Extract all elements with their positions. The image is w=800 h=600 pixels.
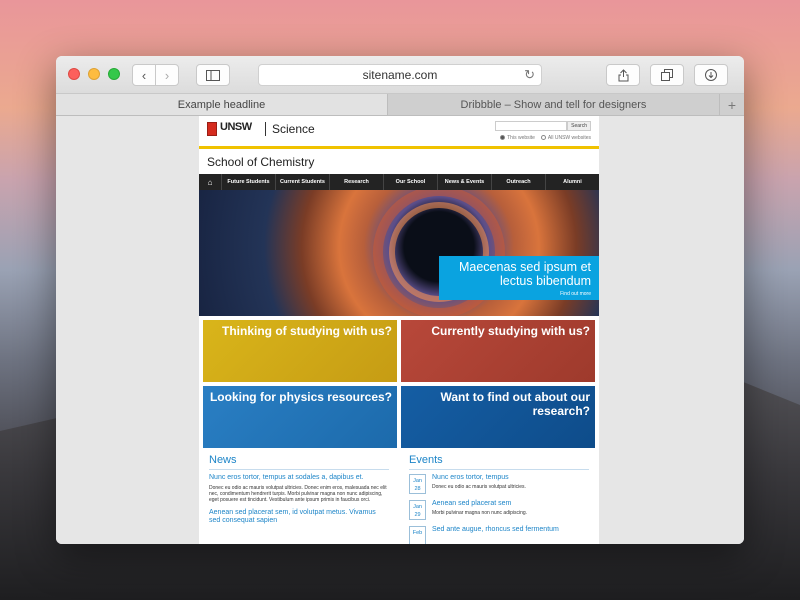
news-heading: News bbox=[209, 454, 389, 470]
event-description: Morbi pulvinar magna non nunc adipiscing… bbox=[432, 510, 528, 516]
news-item: Nunc eros tortor, tempus at sodales a, d… bbox=[209, 474, 389, 503]
event-month: Jan bbox=[413, 478, 422, 484]
tab-label: Dribbble – Show and tell for designers bbox=[460, 98, 647, 111]
unsw-crest-icon bbox=[207, 122, 217, 136]
tile-label: Looking for physics resources? bbox=[209, 390, 392, 404]
event-title-link[interactable]: Sed ante augue, rhoncus sed fermentum bbox=[432, 526, 559, 534]
radio-this-website[interactable]: This website bbox=[500, 135, 535, 141]
event-title-link[interactable]: Aenean sed placerat sem bbox=[432, 500, 527, 508]
news-title-link[interactable]: Nunc eros tortor, tempus at sodales a, d… bbox=[209, 474, 389, 482]
tile-label: Currently studying with us? bbox=[431, 324, 590, 338]
tabs-overview-button[interactable] bbox=[650, 64, 684, 86]
hero-link[interactable]: Find out more bbox=[447, 291, 591, 297]
nav-our-school[interactable]: Our School bbox=[383, 174, 437, 190]
event-month: Feb bbox=[412, 530, 423, 536]
address-bar[interactable]: sitename.com ↻ bbox=[258, 64, 542, 86]
main-nav: ⌂ Future Students Current Students Resea… bbox=[199, 174, 599, 190]
event-month: Jan bbox=[413, 504, 422, 510]
hero-title: Maecenas sed ipsum et lectus bibendum bbox=[458, 260, 591, 288]
news-title-link[interactable]: Aenean sed placerat sem, id volutpat met… bbox=[209, 509, 389, 525]
tile-currently-studying[interactable]: Currently studying with us? bbox=[401, 320, 595, 382]
new-tab-button[interactable]: + bbox=[720, 94, 744, 115]
hero-callout[interactable]: Maecenas sed ipsum et lectus bibendum Fi… bbox=[439, 256, 599, 300]
close-window-button[interactable] bbox=[68, 68, 80, 80]
search-input[interactable] bbox=[495, 121, 568, 131]
event-day: 28 bbox=[414, 486, 421, 492]
tile-label: Want to find out about our research? bbox=[440, 390, 590, 418]
school-title: School of Chemistry bbox=[207, 154, 315, 169]
news-body: Donec eu odio ac mauris volutpat ultrici… bbox=[209, 485, 387, 503]
tile-physics-resources[interactable]: Looking for physics resources? bbox=[203, 386, 397, 448]
tab-dribbble[interactable]: Dribbble – Show and tell for designers bbox=[388, 94, 720, 115]
site-search: Search bbox=[495, 121, 591, 131]
event-date: Feb bbox=[409, 526, 426, 544]
news-events-section: News Nunc eros tortor, tempus at sodales… bbox=[199, 448, 599, 544]
events-heading: Events bbox=[409, 454, 589, 470]
nav-news-events[interactable]: News & Events bbox=[437, 174, 491, 190]
tabs-overview-icon bbox=[661, 69, 673, 81]
feature-tiles: Thinking of studying with us? Currently … bbox=[199, 316, 599, 448]
events-column: Events Jan 28 Nunc eros tortor, tempus D… bbox=[399, 454, 599, 544]
tile-thinking-of-studying[interactable]: Thinking of studying with us? bbox=[203, 320, 397, 382]
downloads-button[interactable] bbox=[694, 64, 728, 86]
download-icon bbox=[705, 69, 717, 81]
event-day: 29 bbox=[414, 512, 421, 518]
news-column: News Nunc eros tortor, tempus at sodales… bbox=[199, 454, 399, 544]
minimize-window-button[interactable] bbox=[88, 68, 100, 80]
radio-selected-icon bbox=[500, 135, 506, 141]
chevron-right-icon: › bbox=[164, 67, 170, 83]
unsw-logo[interactable]: UNSW bbox=[220, 121, 252, 133]
plus-icon: + bbox=[727, 96, 737, 113]
tab-bar: Example headline Dribbble – Show and tel… bbox=[56, 94, 744, 116]
radio-label: All UNSW websites bbox=[547, 135, 591, 141]
school-title-row: School of Chemistry bbox=[199, 149, 599, 174]
sidebar-icon bbox=[206, 69, 220, 81]
radio-unselected-icon bbox=[540, 135, 546, 141]
web-page: UNSW Science Search This website All UNS… bbox=[199, 116, 599, 544]
search-scope: This website All UNSW websites bbox=[500, 135, 591, 141]
sidebar-button[interactable] bbox=[196, 64, 230, 86]
chevron-left-icon: ‹ bbox=[141, 67, 147, 83]
zoom-window-button[interactable] bbox=[108, 68, 120, 80]
nav-research[interactable]: Research bbox=[329, 174, 383, 190]
browser-toolbar: ‹ › sitename.com ↻ bbox=[56, 56, 744, 94]
event-description: Donec eu odio ac mauris volutpat ultrici… bbox=[432, 484, 526, 490]
back-button[interactable]: ‹ bbox=[132, 64, 156, 86]
event-date: Jan 29 bbox=[409, 500, 426, 520]
tab-example-headline[interactable]: Example headline bbox=[56, 94, 388, 115]
news-item: Aenean sed placerat sem, id volutpat met… bbox=[209, 509, 389, 525]
site-header: UNSW Science Search This website All UNS… bbox=[199, 116, 599, 146]
event-item: Feb Sed ante augue, rhoncus sed fermentu… bbox=[409, 526, 589, 544]
reload-icon[interactable]: ↻ bbox=[524, 67, 535, 83]
radio-all-unsw[interactable]: All UNSW websites bbox=[540, 135, 591, 141]
tile-our-research[interactable]: Want to find out about our research? bbox=[401, 386, 595, 448]
nav-alumni[interactable]: Alumni bbox=[545, 174, 599, 190]
event-title-link[interactable]: Nunc eros tortor, tempus bbox=[432, 474, 526, 482]
hero-banner: Maecenas sed ipsum et lectus bibendum Fi… bbox=[199, 190, 599, 316]
search-button[interactable]: Search bbox=[567, 121, 591, 131]
radio-label: This website bbox=[507, 135, 535, 141]
tile-label: Thinking of studying with us? bbox=[222, 324, 392, 338]
web-viewport: UNSW Science Search This website All UNS… bbox=[56, 116, 744, 544]
event-date: Jan 28 bbox=[409, 474, 426, 494]
logo-divider bbox=[265, 122, 266, 136]
faculty-name[interactable]: Science bbox=[272, 122, 315, 136]
nav-outreach[interactable]: Outreach bbox=[491, 174, 545, 190]
home-icon[interactable]: ⌂ bbox=[199, 178, 221, 187]
forward-button[interactable]: › bbox=[155, 64, 179, 86]
tab-label: Example headline bbox=[177, 98, 266, 111]
event-item: Jan 28 Nunc eros tortor, tempus Donec eu… bbox=[409, 474, 589, 494]
nav-current-students[interactable]: Current Students bbox=[275, 174, 329, 190]
browser-window: ‹ › sitename.com ↻ Example headline Drib… bbox=[56, 56, 744, 544]
share-button[interactable] bbox=[606, 64, 640, 86]
share-icon bbox=[618, 68, 628, 81]
nav-future-students[interactable]: Future Students bbox=[221, 174, 275, 190]
event-item: Jan 29 Aenean sed placerat sem Morbi pul… bbox=[409, 500, 589, 520]
address-text: sitename.com bbox=[362, 68, 438, 82]
